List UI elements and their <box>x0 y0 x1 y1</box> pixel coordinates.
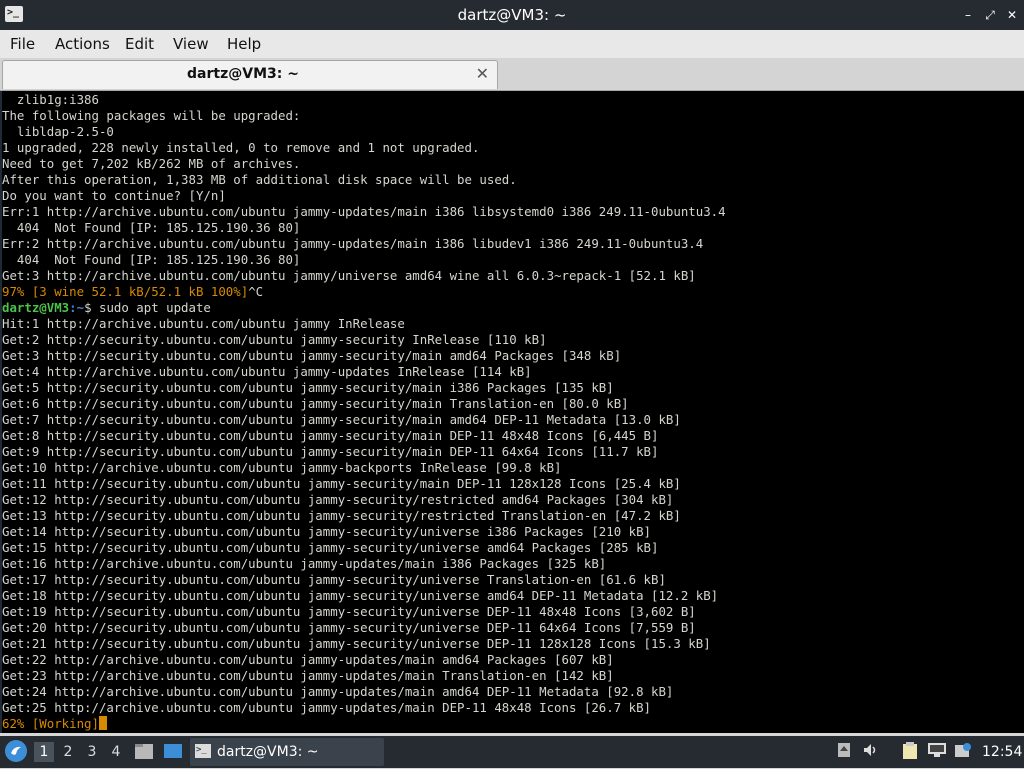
taskbar-terminal-label: dartz@VM3: ~ <box>217 744 319 760</box>
terminal-line: Get:21 http://security.ubuntu.com/ubuntu… <box>2 636 711 651</box>
terminal-line: After this operation, 1,383 MB of additi… <box>2 172 517 187</box>
taskbar: 1 2 3 4 >_ dartz@VM3: ~ 12:54 <box>0 736 1024 768</box>
terminal-line: Get:5 http://security.ubuntu.com/ubuntu … <box>2 380 614 395</box>
terminal-line: Get:20 http://security.ubuntu.com/ubuntu… <box>2 620 696 635</box>
terminal-line: 62% [Working] <box>2 716 1024 732</box>
workspace-4[interactable]: 4 <box>106 742 126 762</box>
workspace-1[interactable]: 1 <box>34 742 54 762</box>
updates-icon[interactable] <box>953 742 973 762</box>
terminal-line: Hit:1 http://archive.ubuntu.com/ubuntu j… <box>2 316 405 331</box>
prompt-path: :~ <box>69 300 85 315</box>
upload-tray-icon[interactable] <box>836 742 852 762</box>
file-manager-icon[interactable] <box>134 742 154 760</box>
start-menu-icon[interactable] <box>5 740 27 762</box>
close-button[interactable]: ✕ <box>1002 5 1022 25</box>
terminal-line: zlib1g:i386 <box>2 92 99 107</box>
terminal-line: Get:6 http://security.ubuntu.com/ubuntu … <box>2 396 629 411</box>
terminal-line: Get:19 http://security.ubuntu.com/ubuntu… <box>2 604 696 619</box>
workspace-3[interactable]: 3 <box>82 742 102 762</box>
terminal-line: Err:2 http://archive.ubuntu.com/ubuntu j… <box>2 236 704 251</box>
interrupt-text: ^C <box>248 284 264 299</box>
terminal-line: Get:13 http://security.ubuntu.com/ubuntu… <box>2 508 681 523</box>
clock[interactable]: 12:54 <box>982 742 1022 762</box>
terminal-line: Get:2 http://security.ubuntu.com/ubuntu … <box>2 332 547 347</box>
window-titlebar: >_ dartz@VM3: ~ – ⤢ ✕ <box>0 0 1024 30</box>
terminal-line: Get:15 http://security.ubuntu.com/ubuntu… <box>2 540 659 555</box>
terminal-line: Get:8 http://security.ubuntu.com/ubuntu … <box>2 428 659 443</box>
tab-bar: dartz@VM3: ~ ✕ <box>0 58 1024 91</box>
terminal-cursor <box>98 716 107 730</box>
terminal-output[interactable]: zlib1g:i386 The following packages will b… <box>0 91 1024 733</box>
terminal-line: Get:22 http://archive.ubuntu.com/ubuntu … <box>2 652 614 667</box>
terminal-line: Get:12 http://security.ubuntu.com/ubuntu… <box>2 492 674 507</box>
volume-icon[interactable] <box>862 742 880 762</box>
terminal-line: Get:3 http://archive.ubuntu.com/ubuntu j… <box>2 268 696 283</box>
terminal-line: Get:4 http://archive.ubuntu.com/ubuntu j… <box>2 364 532 379</box>
maximize-button[interactable]: ⤢ <box>980 5 1000 25</box>
prompt-user: dartz@VM3 <box>2 300 70 315</box>
terminal-line: Get:16 http://archive.ubuntu.com/ubuntu … <box>2 556 607 571</box>
terminal-line: Get:11 http://security.ubuntu.com/ubuntu… <box>2 476 681 491</box>
terminal-line: Get:7 http://security.ubuntu.com/ubuntu … <box>2 412 681 427</box>
terminal-task-icon: >_ <box>195 744 211 758</box>
menu-actions[interactable]: Actions <box>55 35 110 53</box>
menu-bar: File Actions Edit View Help <box>0 30 1024 58</box>
terminal-line: Get:3 http://security.ubuntu.com/ubuntu … <box>2 348 622 363</box>
window-title: dartz@VM3: ~ <box>457 6 567 24</box>
terminal-line: 404 Not Found [IP: 185.125.190.36 80] <box>2 252 301 267</box>
terminal-line: Get:24 http://archive.ubuntu.com/ubuntu … <box>2 684 674 699</box>
terminal-line: 404 Not Found [IP: 185.125.190.36 80] <box>2 220 301 235</box>
progress-text: 62% [Working] <box>2 716 99 731</box>
menu-file[interactable]: File <box>10 35 35 53</box>
terminal-line: Get:18 http://security.ubuntu.com/ubuntu… <box>2 588 719 603</box>
terminal-line: The following packages will be upgraded: <box>2 108 301 123</box>
menu-edit[interactable]: Edit <box>125 35 154 53</box>
clipboard-icon[interactable] <box>900 742 920 762</box>
minimize-button[interactable]: – <box>958 5 978 25</box>
terminal-line: libldap-2.5-0 <box>2 124 114 139</box>
terminal-line: Get:14 http://security.ubuntu.com/ubuntu… <box>2 524 652 539</box>
terminal-line: Get:25 http://archive.ubuntu.com/ubuntu … <box>2 700 652 715</box>
menu-view[interactable]: View <box>173 35 209 53</box>
show-desktop-icon[interactable] <box>163 742 183 760</box>
network-icon[interactable] <box>926 742 948 762</box>
progress-text: 97% [3 wine 52.1 kB/52.1 kB 100%] <box>2 284 249 299</box>
terminal-line: 1 upgraded, 228 newly installed, 0 to re… <box>2 140 480 155</box>
terminal-line: Get:10 http://archive.ubuntu.com/ubuntu … <box>2 460 562 475</box>
terminal-line: Get:23 http://archive.ubuntu.com/ubuntu … <box>2 668 614 683</box>
prompt-command: $ sudo apt update <box>84 300 211 315</box>
workspace-2[interactable]: 2 <box>58 742 78 762</box>
terminal-line: Get:17 http://security.ubuntu.com/ubuntu… <box>2 572 666 587</box>
tab-label: dartz@VM3: ~ <box>187 66 299 82</box>
tab-close-icon[interactable]: ✕ <box>476 65 489 83</box>
terminal-line: dartz@VM3:~$ sudo apt update <box>2 300 1024 316</box>
tab-terminal[interactable]: dartz@VM3: ~ ✕ <box>2 60 498 89</box>
terminal-line: Need to get 7,202 kB/262 MB of archives. <box>2 156 301 171</box>
terminal-line: 97% [3 wine 52.1 kB/52.1 kB 100%]^C <box>2 284 1024 300</box>
terminal-line: Do you want to continue? [Y/n] <box>2 188 226 203</box>
terminal-line: Get:9 http://security.ubuntu.com/ubuntu … <box>2 444 659 459</box>
taskbar-terminal-button[interactable]: >_ dartz@VM3: ~ <box>190 738 384 766</box>
menu-help[interactable]: Help <box>227 35 261 53</box>
terminal-line: Err:1 http://archive.ubuntu.com/ubuntu j… <box>2 204 726 219</box>
